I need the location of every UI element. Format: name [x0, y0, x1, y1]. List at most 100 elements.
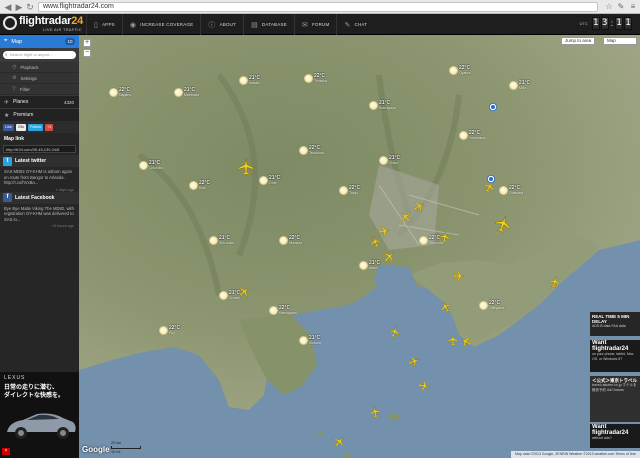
sun-icon	[509, 81, 518, 90]
social-buttons: Like 25k Follow +1	[0, 121, 79, 133]
zoom-in-button[interactable]: +	[83, 39, 91, 47]
map-type-select[interactable]: Map	[603, 37, 637, 45]
planes-count: 4320	[63, 99, 74, 105]
nav-apps[interactable]: ▯ APPS	[86, 14, 122, 35]
reload-icon[interactable]: ↻	[25, 2, 35, 12]
map-attribution[interactable]: Map data ©2013 Google, ZENRIN Weather ©2…	[511, 451, 640, 458]
like-count: 25k	[15, 123, 27, 131]
sidebar-item-settings[interactable]: ⚙ Settings	[0, 73, 79, 84]
sun-icon	[139, 161, 148, 170]
chat-icon: ✎	[344, 21, 351, 29]
back-icon[interactable]: ◀	[3, 2, 13, 12]
sun-icon	[459, 131, 468, 140]
aircraft-icon[interactable]	[237, 158, 255, 176]
airport-icon[interactable]	[489, 98, 497, 111]
nav-forum[interactable]: ✉ FORUM	[293, 14, 337, 35]
nav-chat[interactable]: ✎ CHAT	[336, 14, 374, 35]
weather-marker[interactable]: 21°C Mobara	[299, 335, 325, 347]
weather-marker[interactable]: 22°C Tsuchiura	[299, 145, 325, 157]
twitter-header: t Latest twitter	[0, 155, 79, 167]
weather-marker[interactable]: 21°C Kumagaya	[369, 100, 396, 112]
zoom-out-button[interactable]: −	[83, 49, 91, 57]
weather-marker[interactable]: 22°C Kofu	[189, 180, 215, 192]
facebook-icon: f	[3, 193, 12, 202]
weather-marker[interactable]: 21°C Atami	[359, 260, 385, 272]
menu-icon[interactable]: ≡	[628, 2, 638, 12]
nav-database[interactable]: ▤ DATABASE	[243, 14, 294, 35]
top-navigation: flightradar24 LIVE AIR TRAFFIC ▯ APPS ◉ IN…	[0, 14, 640, 35]
facebook-like-button[interactable]: Like	[3, 123, 14, 131]
aircraft-icon[interactable]	[453, 270, 466, 282]
aircraft-icon[interactable]	[447, 333, 459, 346]
search-icon: ⌕	[5, 52, 8, 57]
sun-icon	[299, 336, 308, 345]
aircraft-icon[interactable]	[378, 224, 392, 238]
aircraft-icon[interactable]	[438, 229, 452, 243]
apps-ad[interactable]: Want flightradar24 on your phone, tablet…	[590, 340, 640, 372]
ad-brand: LEXUS	[4, 375, 26, 381]
sun-icon	[449, 66, 458, 75]
sidebar-item-map[interactable]: ⌖ Map 10	[0, 35, 79, 48]
weather-marker[interactable]: 22°C Kamogawa	[269, 305, 297, 317]
extension-icon[interactable]: ✎	[616, 2, 626, 12]
search-input[interactable]: ⌕ Search flight or airport...	[3, 51, 76, 59]
google-plus-button[interactable]: +1	[45, 123, 54, 131]
sidebar-item-filter[interactable]: ▽ Filter	[0, 84, 79, 95]
weather-marker[interactable]: 21°C Mito	[509, 80, 535, 92]
twitter-icon: t	[3, 156, 12, 166]
no-ads-ad[interactable]: Want flightradar24 without ads?	[590, 424, 640, 448]
filter-icon: ▽	[12, 86, 16, 92]
nav-increase-coverage[interactable]: ◉ INCREASE COVERAGE	[121, 14, 200, 35]
star-icon[interactable]: ☆	[604, 2, 614, 12]
sun-icon	[159, 326, 168, 335]
flight-map[interactable]: + − Jump to area Map 22°C Nagano 21°C Maeba…	[79, 35, 640, 458]
weather-marker[interactable]: 21°C Maebashi	[174, 87, 200, 99]
clock-digit: 1	[591, 17, 600, 30]
sun-icon	[109, 88, 118, 97]
map-badge: 10	[65, 38, 75, 45]
weather-marker[interactable]: 22°C Yokohama	[459, 130, 485, 142]
database-icon: ▤	[251, 21, 258, 29]
realtime-ad[interactable]: REAL TIME 5 MIN DELAY ADS-B data FAA dat…	[590, 312, 640, 336]
nav-about[interactable]: ⓘ ABOUT	[200, 14, 243, 35]
weather-marker[interactable]: 21°C Isesaki	[239, 75, 265, 87]
weather-marker[interactable]: 21°C Chiba	[379, 155, 405, 167]
twitter-text: SAS MD82 OY-KHM is airborn again en rout…	[4, 169, 73, 185]
address-bar[interactable]: www.flightradar24.com	[38, 2, 598, 12]
twitter-follow-button[interactable]: Follow	[28, 123, 44, 131]
aircraft-icon[interactable]	[418, 379, 432, 393]
forward-icon[interactable]: ▶	[14, 2, 24, 12]
weather-marker[interactable]: 22°C Odawara	[499, 185, 525, 197]
sidebar: ⌖ Map 10 ⌕ Search flight or airport... ◷…	[0, 35, 79, 372]
sun-icon	[359, 261, 368, 270]
pin-icon: ⌖	[4, 38, 8, 44]
sun-icon	[479, 301, 488, 310]
facebook-time: 19 hours ago	[51, 224, 74, 228]
weather-marker[interactable]: 21°C Chichibu	[139, 160, 165, 172]
travel-ad[interactable]: ＜公式＞東京トラベル travel.rakuten.co.jp ホテルを格安予約…	[590, 376, 640, 422]
weather-marker[interactable]: 21°C Ome	[259, 175, 285, 187]
weather-marker[interactable]: 22°C Tokyo	[339, 185, 365, 197]
flightradar-logo[interactable]: flightradar24 LIVE AIR TRAFFIC	[3, 15, 83, 34]
ad-close-button[interactable]: ×	[2, 448, 10, 455]
sidebar-item-playback[interactable]: ◷ Playback	[0, 62, 79, 73]
sidebar-item-planes[interactable]: ✈ Planes 4320	[0, 95, 79, 108]
jump-to-area-select[interactable]: Jump to area	[561, 37, 596, 45]
weather-marker[interactable]: 22°C Tateyama	[479, 300, 505, 312]
weather-marker[interactable]: 22°C Oyama	[449, 65, 475, 77]
weather-marker[interactable]: 22°C Numazu	[279, 235, 305, 247]
weather-marker[interactable]: 22°C Nagano	[109, 87, 135, 99]
airport-icon[interactable]	[487, 170, 495, 183]
sun-icon	[299, 146, 308, 155]
map-terrain	[79, 35, 640, 458]
weather-marker[interactable]: 22°C Tomioka	[304, 73, 330, 85]
car-image	[7, 413, 76, 439]
lexus-ad[interactable]: LEXUS 日常の走りに潜む、 ダイレクトな快感を。 ×	[0, 372, 79, 458]
gear-icon: ⚙	[12, 75, 17, 81]
weather-marker[interactable]: 21°C Shizuoka	[209, 235, 235, 247]
map-link-field[interactable]: http://fr24.com/35.45,139.24/8	[3, 145, 76, 153]
sidebar-item-premium[interactable]: ★ Premium	[0, 108, 79, 121]
sun-icon	[339, 186, 348, 195]
weather-marker[interactable]: 22°C Fuji	[159, 325, 185, 337]
aircraft-icon[interactable]	[368, 404, 382, 418]
